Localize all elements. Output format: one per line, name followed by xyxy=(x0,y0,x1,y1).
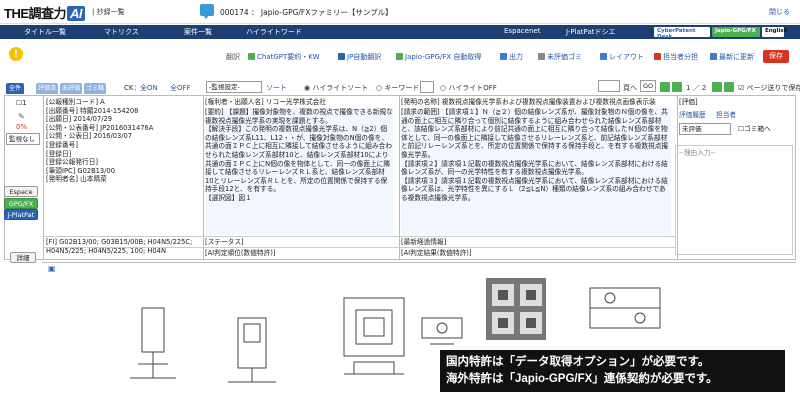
biblio-list: [公報種別コード] A [出願番号] 特願2014-154208 [出願日] 2… xyxy=(46,98,198,184)
biblio-app-no: [出願番号] 特願2014-154208 xyxy=(46,106,139,115)
app-logo: THE調査力 AI xyxy=(4,3,86,22)
gpgfx-button[interactable]: GPG/FX xyxy=(4,198,38,209)
espacenet-button[interactable]: Espace xyxy=(4,186,38,197)
chatgpt-icon xyxy=(248,53,255,60)
tab-all[interactable]: 全件 xyxy=(6,83,24,94)
latest-status: [最新経過情報] xyxy=(401,238,447,246)
assignee-link[interactable]: 担当者 xyxy=(716,111,736,120)
status-field: [ステータス] xyxy=(205,238,244,246)
sort-button[interactable]: ソート xyxy=(266,83,287,93)
abstract: [要約] 【課題】撮像対象物を、複数の視点で撮像できる新規な複数視点撮像光学系の… xyxy=(205,108,393,235)
abstract-solution: 【解決手段】この発明の複数視点撮像光学系は、N（≧2）個の結像レンズ系L11、L… xyxy=(205,125,393,194)
biblio-pub-date: [公開・公表日] 2016/03/07 xyxy=(46,132,133,141)
brand-japio[interactable]: Japio-GPG/FX xyxy=(712,27,760,37)
monitor-select[interactable]: -監視設定- xyxy=(206,81,262,93)
abstract-problem: [要約] 【課題】撮像対象物を、複数の視点で撮像できる新規な複数視点撮像光学系の… xyxy=(205,108,393,125)
detail-button[interactable]: 詳細 xyxy=(10,252,36,263)
notice-overseas: 海外特許は「Japio-GPG/FX」連係契約が必要です。 xyxy=(446,373,718,385)
refresh-icon xyxy=(710,53,717,60)
claim-1: [請求の範囲] 【請求項１】Ｎ（≧２）個の結像レンズ系が、撮像対象物のＮ個の像を… xyxy=(401,108,669,159)
first-page-icon[interactable] xyxy=(660,82,670,92)
trash-icon xyxy=(538,53,545,60)
trash-checkbox[interactable]: ☐ゴミ箱へ xyxy=(738,125,771,134)
close-link[interactable]: 閉じる xyxy=(769,7,790,17)
reason-textarea[interactable]: --理由入力-- xyxy=(675,145,793,255)
eval-title: [評価] xyxy=(679,98,698,106)
page-label: 頁へ xyxy=(623,84,637,92)
biblio-reg-no: [登録番号] xyxy=(46,140,78,149)
notice-domestic: 国内特許は「データ取得オプション」が必要です。 xyxy=(446,356,710,368)
keep-page-checkbox[interactable]: ☑ ページ送りで保存 xyxy=(738,83,800,93)
applicant: [権利者・出願人名] リコー光学株式会社 xyxy=(205,98,327,106)
nav-project-list[interactable]: 案件一覧 xyxy=(184,27,212,37)
brand-english[interactable]: English xyxy=(762,27,788,37)
next-page-icon[interactable] xyxy=(712,82,722,92)
warning-icon: ! xyxy=(9,47,23,61)
export-icon xyxy=(500,53,507,60)
prev-page-icon[interactable] xyxy=(672,82,682,92)
keyword-input[interactable] xyxy=(420,81,434,93)
abstract-figure: 【選択図】図１ xyxy=(205,193,252,202)
ai-result-field: [AI判定結果(数値特許)] xyxy=(401,249,472,257)
ai-rank-field: [AI判定順位(数値特許)] xyxy=(205,249,276,257)
chatgpt-button[interactable]: ChatGPT要約・KW xyxy=(248,52,320,62)
ck-label: CK： xyxy=(124,84,141,92)
assignee-icon xyxy=(654,53,661,60)
layout-icon xyxy=(600,53,607,60)
claims: [請求の範囲] 【請求項１】Ｎ（≧２）個の結像レンズ系が、撮像対象物のＮ個の像を… xyxy=(401,108,671,235)
biblio-app-date: [出願日] 2014/07/29 xyxy=(46,115,112,124)
go-button[interactable]: GO xyxy=(640,80,656,92)
biblio-reg-date: [登録日] xyxy=(46,149,72,158)
biblio-kind: [公報種別コード] A xyxy=(46,98,105,106)
nav-bar: タイトル一覧 マトリクス 案件一覧 ハイライトワード Espacenet J-P… xyxy=(0,25,800,40)
translate-label: 翻訳 xyxy=(226,53,240,61)
jplatpat-button[interactable]: J-PlatPat xyxy=(4,209,38,220)
ck-all-off[interactable]: 全OFF xyxy=(170,83,191,93)
export-button[interactable]: 出力 xyxy=(500,52,523,62)
unevaluated-trash-button[interactable]: 未評価ゴミ xyxy=(538,52,582,62)
biblio-reg-pub-date: [登録公報発行日] xyxy=(46,158,99,167)
comment-icon[interactable] xyxy=(200,4,214,19)
eval-select[interactable]: 未評価 xyxy=(679,123,731,135)
nav-espacenet[interactable]: Espacenet xyxy=(504,27,540,35)
refresh-button[interactable]: 最新に更新 xyxy=(710,52,754,62)
nav-jplatpat[interactable]: J-PlatPatドシエ xyxy=(566,27,615,37)
claim-2: 【請求項２】請求項１記載の複数視点撮像光学系において、結像レンズ系部材における結… xyxy=(401,159,668,177)
biblio-inventor: [発明者名] 山本晴菜 xyxy=(46,175,107,184)
fi-codes: [FI] G02B13/00; G03B15/00B; H04N5/225C; … xyxy=(46,238,193,255)
radio-keyword[interactable]: ○ キーワード xyxy=(376,83,419,93)
pencil-icon[interactable]: ✎ xyxy=(18,112,25,121)
brand-cyberpatent[interactable]: CyberPatent Desk xyxy=(654,27,710,40)
nav-title-list[interactable]: タイトル一覧 xyxy=(24,27,66,37)
monitor-dropdown[interactable]: 監視なし xyxy=(6,133,40,145)
nav-matrix[interactable]: マトリクス xyxy=(104,27,139,37)
last-page-icon[interactable] xyxy=(724,82,734,92)
page-title: 000174 ： Japio-GPG/FXファミリー【サンプル】 xyxy=(220,8,393,17)
score-percent: 0% xyxy=(16,123,28,131)
translate-icon xyxy=(338,53,345,60)
radio-highlight-off[interactable]: ○ ハイライトOFF xyxy=(440,83,497,93)
assignee-split-button[interactable]: 担当者分担 xyxy=(654,52,698,62)
japio-icon xyxy=(396,53,403,60)
tab-trash[interactable]: ゴミ箱 xyxy=(84,83,106,94)
tab-evaluated[interactable]: 評価済 xyxy=(36,83,58,94)
jp-translate-button[interactable]: JP自動翻訳 xyxy=(338,52,381,62)
layout-button[interactable]: レイアウト xyxy=(600,52,644,62)
record-checkbox[interactable]: ☐1 xyxy=(16,99,27,107)
pager-text: 1 ／ 2 xyxy=(686,84,707,92)
japio-fetch-button[interactable]: Japio-GPG/FX 自動取得 xyxy=(396,52,481,62)
invention-title: [発明の名称] 複数視点撮像光学系および複数視点撮像装置および複数視点画像表示装 xyxy=(401,98,656,106)
nav-highlight-words[interactable]: ハイライトワード xyxy=(246,27,302,37)
radio-highlight-sort[interactable]: ◉ ハイライトソート xyxy=(304,83,368,93)
ck-all-on[interactable]: 全ON xyxy=(140,83,158,93)
eval-history-link[interactable]: 評価履歴 xyxy=(679,111,706,120)
schematic-drawing xyxy=(589,287,661,329)
notice-banner: 国内特許は「データ取得オプション」が必要です。 海外特許は「Japio-GPG/… xyxy=(440,350,785,392)
breadcrumb[interactable]: | 抄録一覧 xyxy=(92,7,125,17)
save-button[interactable]: 保存 xyxy=(763,50,789,63)
image-icon[interactable]: ▣ xyxy=(48,264,56,273)
tab-unevaluated[interactable]: 未評価 xyxy=(60,83,82,94)
claim-3: 【請求項３】請求項１記載の複数視点撮像光学系において、結像レンズ系部材における結… xyxy=(401,176,668,202)
page-input[interactable] xyxy=(598,80,620,92)
